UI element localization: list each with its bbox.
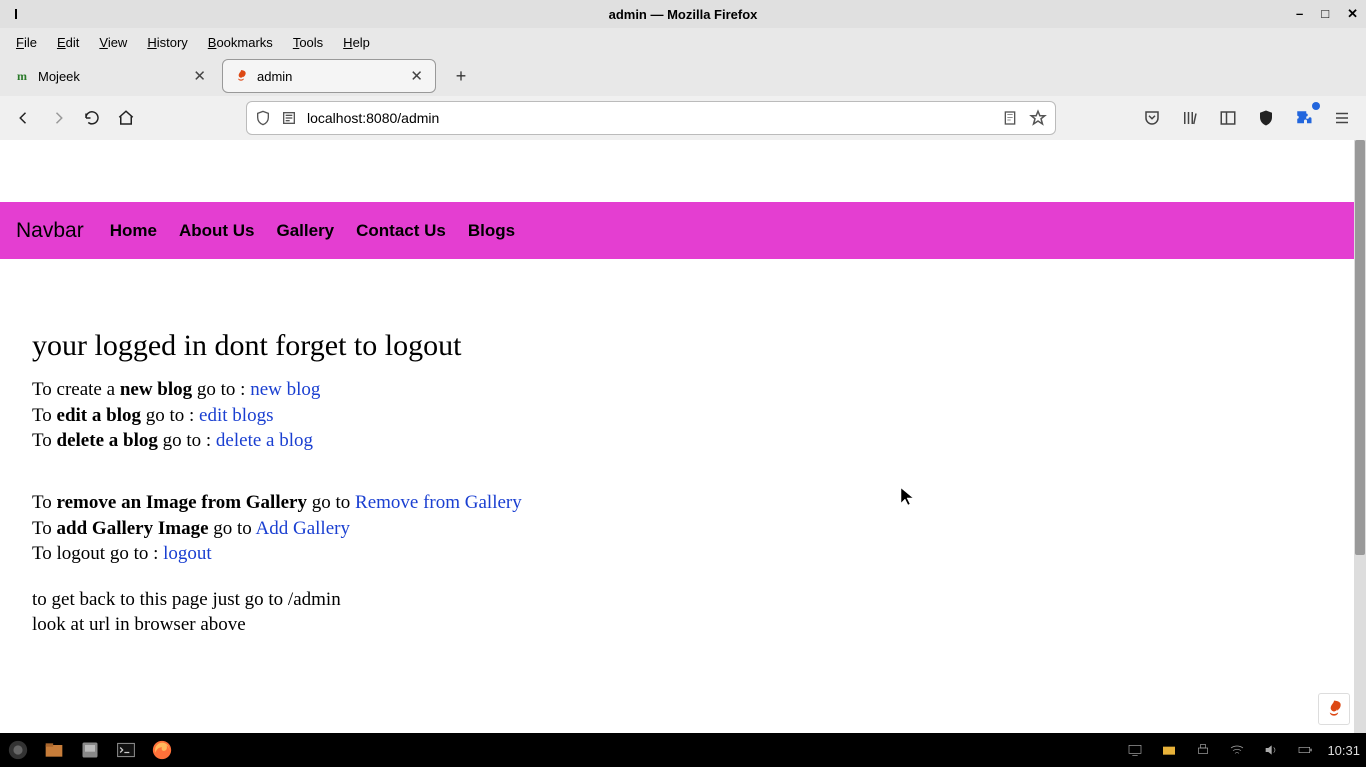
link-new-blog[interactable]: new blog (250, 379, 320, 400)
nav-about[interactable]: About Us (179, 221, 255, 241)
line-edit-blog: To edit a blog go to : edit blogs (32, 403, 1322, 429)
tray-printer-icon[interactable] (1191, 738, 1215, 762)
start-menu-icon[interactable] (6, 738, 30, 762)
codeigniter-debug-icon[interactable] (1318, 693, 1350, 725)
pocket-icon[interactable] (1138, 104, 1166, 132)
nav-gallery[interactable]: Gallery (276, 221, 334, 241)
desktop-taskbar: 10:31 (0, 733, 1366, 767)
line-remove-gallery: To remove an Image from Gallery go to Re… (32, 490, 1322, 516)
url-bar[interactable] (246, 101, 1056, 135)
link-edit-blogs[interactable]: edit blogs (199, 405, 273, 426)
menu-help[interactable]: Help (333, 31, 380, 54)
window-close-button[interactable]: ✕ (1347, 6, 1358, 22)
library-icon[interactable] (1176, 104, 1204, 132)
tab-admin[interactable]: admin ✕ (222, 59, 436, 93)
tab-close-button[interactable]: ✕ (191, 67, 208, 85)
menu-file[interactable]: File (6, 31, 47, 54)
window-indicator (15, 9, 17, 19)
taskbar-clock[interactable]: 10:31 (1327, 743, 1360, 758)
menu-bookmarks[interactable]: Bookmarks (198, 31, 283, 54)
extension-shield-icon[interactable] (1252, 104, 1280, 132)
tray-battery-icon[interactable] (1293, 738, 1317, 762)
menu-history[interactable]: History (137, 31, 197, 54)
firefox-menu-bar: File Edit View History Bookmarks Tools H… (0, 28, 1366, 56)
tab-label: Mojeek (38, 69, 191, 84)
hamburger-menu-icon[interactable] (1328, 104, 1356, 132)
disk-icon[interactable] (78, 738, 102, 762)
firefox-taskbar-icon[interactable] (150, 738, 174, 762)
url-input[interactable] (307, 110, 991, 126)
vertical-scrollbar[interactable] (1354, 140, 1366, 733)
menu-view[interactable]: View (89, 31, 137, 54)
tab-bar: m Mojeek ✕ admin ✕ + (0, 56, 1366, 96)
line-new-blog: To create a new blog go to : new blog (32, 377, 1322, 403)
line-logout: To logout go to : logout (32, 541, 1322, 567)
nav-contact[interactable]: Contact Us (356, 221, 446, 241)
page-viewport: Navbar Home About Us Gallery Contact Us … (0, 140, 1354, 733)
admin-content: your logged in dont forget to logout To … (0, 259, 1354, 658)
line-add-gallery: To add Gallery Image go to Add Gallery (32, 516, 1322, 542)
tray-volume-icon[interactable] (1259, 738, 1283, 762)
back-button[interactable] (10, 104, 38, 132)
window-titlebar: admin — Mozilla Firefox – □ ✕ (0, 0, 1366, 28)
page-heading: your logged in dont forget to logout (32, 329, 1322, 363)
link-remove-gallery[interactable]: Remove from Gallery (355, 492, 522, 513)
nav-blogs[interactable]: Blogs (468, 221, 515, 241)
file-manager-icon[interactable] (42, 738, 66, 762)
reload-button[interactable] (78, 104, 106, 132)
site-navbar: Navbar Home About Us Gallery Contact Us … (0, 202, 1354, 259)
shield-icon[interactable] (255, 110, 271, 126)
menu-edit[interactable]: Edit (47, 31, 89, 54)
scrollbar-thumb[interactable] (1355, 140, 1365, 555)
tab-close-button[interactable]: ✕ (408, 67, 425, 85)
menu-tools[interactable]: Tools (283, 31, 333, 54)
mojeek-favicon-icon: m (14, 68, 30, 84)
window-minimize-button[interactable]: – (1296, 6, 1303, 22)
site-info-icon[interactable] (281, 110, 297, 126)
link-add-gallery[interactable]: Add Gallery (256, 518, 350, 539)
tray-wifi-icon[interactable] (1225, 738, 1249, 762)
navigation-toolbar (0, 96, 1366, 140)
tray-folder-icon[interactable] (1157, 738, 1181, 762)
line-delete-blog: To delete a blog go to : delete a blog (32, 428, 1322, 454)
sidebar-icon[interactable] (1214, 104, 1242, 132)
new-tab-button[interactable]: + (446, 61, 476, 91)
nav-home[interactable]: Home (110, 221, 157, 241)
line-url-hint: look at url in browser above (32, 612, 1322, 638)
extension-puzzle-icon[interactable] (1290, 104, 1318, 132)
bookmark-star-icon[interactable] (1029, 109, 1047, 127)
tab-label: admin (257, 69, 408, 84)
terminal-icon[interactable] (114, 738, 138, 762)
forward-button[interactable] (44, 104, 72, 132)
window-title: admin — Mozilla Firefox (609, 7, 758, 22)
reader-mode-icon[interactable] (1001, 109, 1019, 127)
link-logout[interactable]: logout (163, 543, 212, 564)
tab-mojeek[interactable]: m Mojeek ✕ (4, 59, 218, 93)
navbar-brand[interactable]: Navbar (16, 219, 84, 243)
window-maximize-button[interactable]: □ (1321, 6, 1329, 22)
line-admin-hint: to get back to this page just go to /adm… (32, 587, 1322, 613)
link-delete-blog[interactable]: delete a blog (216, 430, 313, 451)
tray-display-icon[interactable] (1123, 738, 1147, 762)
codeigniter-favicon-icon (233, 68, 249, 84)
home-button[interactable] (112, 104, 140, 132)
